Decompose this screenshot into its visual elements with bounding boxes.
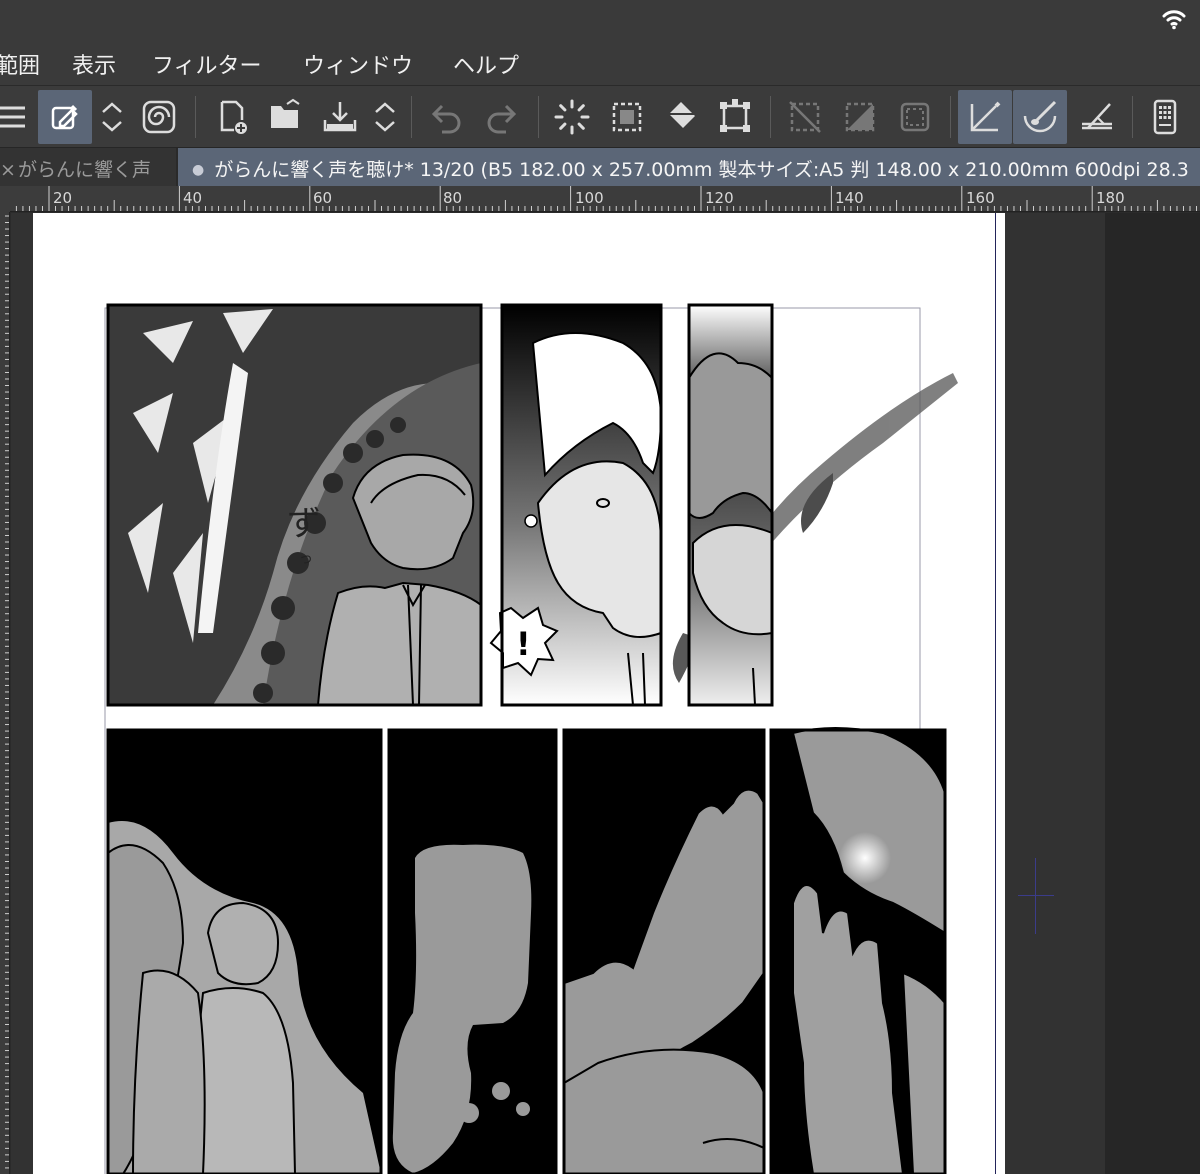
updown-button-1[interactable]	[96, 90, 128, 144]
ruler-corner	[0, 186, 10, 212]
tab-label: がらんに響く声	[18, 159, 152, 181]
new-page-button[interactable]	[205, 90, 259, 144]
undo-icon	[431, 104, 461, 134]
select-invert-icon	[845, 102, 875, 132]
menu-icon	[0, 106, 25, 128]
ruler-label: 100	[575, 189, 604, 207]
fill-button[interactable]	[654, 90, 708, 144]
ruler-label: 60	[313, 189, 333, 207]
separator	[1132, 96, 1133, 138]
ruler-label: 180	[1096, 189, 1125, 207]
wifi-icon	[1162, 10, 1186, 30]
updown-button-2[interactable]	[369, 90, 401, 144]
updown-icon	[375, 102, 395, 132]
panel-4	[106, 728, 383, 1174]
select-border-icon	[900, 102, 930, 132]
panel-6	[562, 728, 766, 1174]
panel-7	[769, 727, 947, 1174]
menu-help[interactable]: ヘルプ	[453, 48, 519, 80]
ruler-ticks	[5, 215, 9, 1169]
ruler-label: 80	[443, 189, 463, 207]
horizontal-ruler[interactable]: 20 40 60 80 100 120 140 160 180	[10, 186, 1200, 212]
ruler-label: 140	[835, 189, 864, 207]
perspective-snap-button[interactable]	[1070, 90, 1124, 144]
select-border-button[interactable]	[888, 90, 942, 144]
separator	[538, 96, 539, 138]
separator	[195, 96, 196, 138]
open-folder-icon	[271, 98, 300, 128]
sfx-small-tsu: っ	[299, 551, 313, 567]
brush-snap-icon	[1023, 100, 1057, 133]
eyedropper-icon	[51, 104, 78, 130]
manga-page[interactable]: ず っ !	[33, 213, 1005, 1174]
separator	[770, 96, 771, 138]
redo-button[interactable]	[474, 90, 528, 144]
separator	[950, 96, 951, 138]
select-rect-button[interactable]	[600, 90, 654, 144]
sfx-exclaim: !	[516, 625, 531, 663]
page-artwork: ず っ !	[104, 303, 958, 1174]
ruler-label: 40	[183, 189, 203, 207]
menu-selection[interactable]: 範囲	[0, 48, 40, 80]
menu-view[interactable]: 表示	[72, 48, 116, 80]
canvas-center-crosshair	[1035, 858, 1036, 934]
unsaved-dot-icon: ●	[192, 162, 205, 178]
ruler-label: 20	[53, 189, 73, 207]
export-button[interactable]	[313, 90, 367, 144]
document-tab-bar: × がらんに響く声 ● がらんに響く声を聴け* 13/20 (B5 182.00 x…	[0, 148, 1200, 186]
ruler-label: 120	[705, 189, 734, 207]
tab-document-current[interactable]: ● がらんに響く声を聴け* 13/20 (B5 182.00 x 257.00mm…	[176, 148, 1200, 186]
undo-button[interactable]	[420, 90, 474, 144]
updown-icon	[102, 102, 122, 132]
panel-5	[387, 728, 558, 1174]
select-clear-icon	[789, 101, 821, 133]
status-bar	[0, 0, 1200, 40]
selection-spinner-button[interactable]	[545, 90, 599, 144]
tab-close-icon[interactable]: ×	[0, 159, 18, 181]
brush-snap-button[interactable]	[1013, 90, 1067, 144]
transform-button[interactable]	[708, 90, 762, 144]
new-page-icon	[220, 100, 247, 134]
tablet-button[interactable]	[1138, 90, 1192, 144]
select-rect-icon	[612, 102, 642, 132]
eyedropper-button[interactable]	[38, 90, 92, 144]
select-clear-button[interactable]	[778, 90, 832, 144]
panel-1: ず っ	[106, 303, 483, 707]
menu-window[interactable]: ウィンドウ	[303, 48, 413, 80]
ruler-snap-icon	[970, 101, 1001, 132]
canvas-area[interactable]: ず っ !	[11, 213, 1200, 1174]
spiral-button[interactable]	[132, 90, 186, 144]
perspective-snap-icon	[1082, 103, 1112, 130]
panel-2: !	[489, 303, 663, 707]
page-boundary-guide	[995, 213, 996, 1174]
tab-document-previous[interactable]: × がらんに響く声	[0, 148, 176, 186]
panel-3	[687, 303, 774, 707]
save-icon	[323, 102, 357, 132]
vertical-ruler[interactable]	[0, 212, 10, 1174]
open-button[interactable]	[259, 90, 313, 144]
menu-filter[interactable]: フィルター	[152, 48, 262, 80]
transform-icon	[720, 99, 750, 132]
spiral-icon	[142, 100, 176, 134]
ruler-snap-button[interactable]	[958, 90, 1012, 144]
sfx-zu: ず	[287, 504, 321, 544]
ruler-label: 160	[966, 189, 995, 207]
tablet-icon	[1153, 99, 1177, 135]
command-bar	[0, 86, 1200, 148]
fill-bucket-icon	[669, 102, 695, 129]
canvas-center-crosshair	[1018, 895, 1054, 896]
selection-spinner-icon	[554, 99, 590, 135]
menu-bar: 範囲 表示 フィルター ウィンドウ ヘルプ	[0, 40, 1200, 86]
separator	[411, 96, 412, 138]
redo-icon	[487, 104, 517, 134]
select-invert-button[interactable]	[833, 90, 887, 144]
tab-label: がらんに響く声を聴け* 13/20 (B5 182.00 x 257.00mm …	[214, 159, 1189, 181]
hamburger-button[interactable]	[0, 90, 32, 144]
